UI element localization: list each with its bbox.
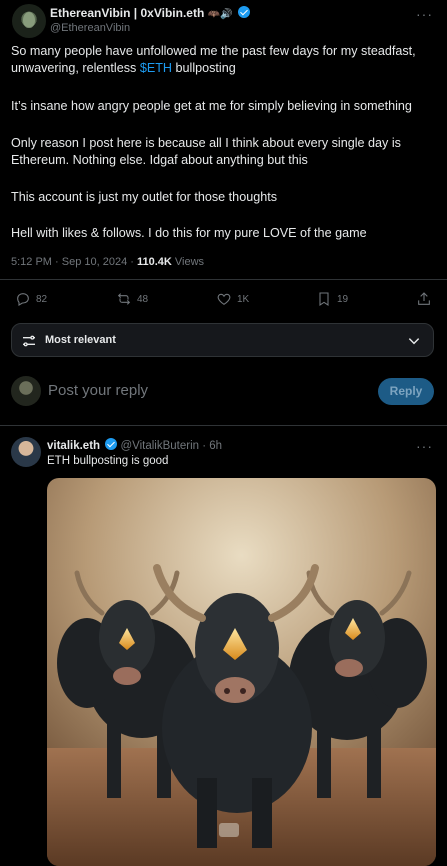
repost-count: 48 [137,293,149,305]
reply-icon [17,293,29,306]
reply-image[interactable] [47,478,436,866]
views-label: Views [171,256,205,268]
repost-icon [117,293,131,305]
tweet-paragraph-5: Hell with likes & follows. I do this for… [11,226,367,240]
reply-input[interactable]: Post your reply [48,382,148,399]
tweet-line: Only reason I post here is because all I… [11,136,401,150]
more-options-icon[interactable]: ··· [416,6,433,22]
author-name[interactable]: EthereanVibin | 0xVibin.eth 🦇🔊 [50,6,250,20]
reply-time[interactable]: · 6h [202,440,222,452]
verified-icon [237,6,250,18]
reply-submit-button[interactable]: Reply [378,378,434,405]
author-name-text: EthereanVibin | 0xVibin.eth [50,6,205,20]
sort-icon [23,335,35,347]
tweet-paragraph-4: This account is just my outlet for those… [11,190,277,204]
verified-icon [105,438,118,450]
like-count: 1K [237,293,250,305]
chevron-down-icon [408,338,420,345]
tweet-line: So many people have unfollowed me the pa… [11,44,416,58]
like-button[interactable]: 1K [216,291,249,307]
share-button[interactable] [416,291,432,307]
divider [0,279,447,280]
action-bar: 82 48 1K 19 [0,291,447,311]
like-icon [217,293,231,305]
bulls-illustration [47,478,436,866]
user-avatar[interactable] [11,376,41,406]
tweet-text: unwavering, relentless [11,61,140,75]
reply-author-handle[interactable]: @VitalikButerin [120,440,199,452]
bookmark-icon [319,292,329,306]
bookmark-button[interactable]: 19 [316,291,348,307]
divider [0,425,447,426]
sort-dropdown[interactable]: Most relevant [11,323,434,357]
bookmark-count: 19 [337,293,349,305]
author-handle[interactable]: @EthereanVibin [50,22,130,34]
tweet-line: unwavering, relentless $ETH bullposting [11,60,439,77]
cashtag-link[interactable]: $ETH [140,61,172,75]
author-avatar[interactable] [12,4,46,38]
reply-count: 82 [36,293,48,305]
views-count: 110.4K [136,256,172,268]
tweet-paragraph-1: So many people have unfollowed me the pa… [11,43,439,77]
reply-button[interactable]: 82 [15,291,47,307]
timestamp[interactable]: 5:12 PM · Sep 10, 2024 · [11,256,137,268]
reply-author-avatar[interactable] [11,437,41,467]
share-icon [418,292,430,305]
tweet-meta: 5:12 PM · Sep 10, 2024 · 110.4K Views [11,256,204,268]
repost-button[interactable]: 48 [116,291,148,307]
reply-text: ETH bullposting is good [47,455,169,467]
tweet-line: Ethereum. Nothing else. Idgaf about anyt… [11,153,308,167]
author-emoji: 🦇🔊 [207,9,233,20]
sort-label: Most relevant [45,334,116,346]
reply-author-name[interactable]: vitalik.eth [47,440,100,452]
tweet-paragraph-2: It’s insane how angry people get at me f… [11,99,412,113]
reply-author-line: vitalik.eth @VitalikButerin · 6h [47,438,222,452]
reply-more-options-icon[interactable]: ··· [416,438,433,454]
tweet-paragraph-3: Only reason I post here is because all I… [11,135,439,169]
tweet-text: bullposting [172,61,236,75]
